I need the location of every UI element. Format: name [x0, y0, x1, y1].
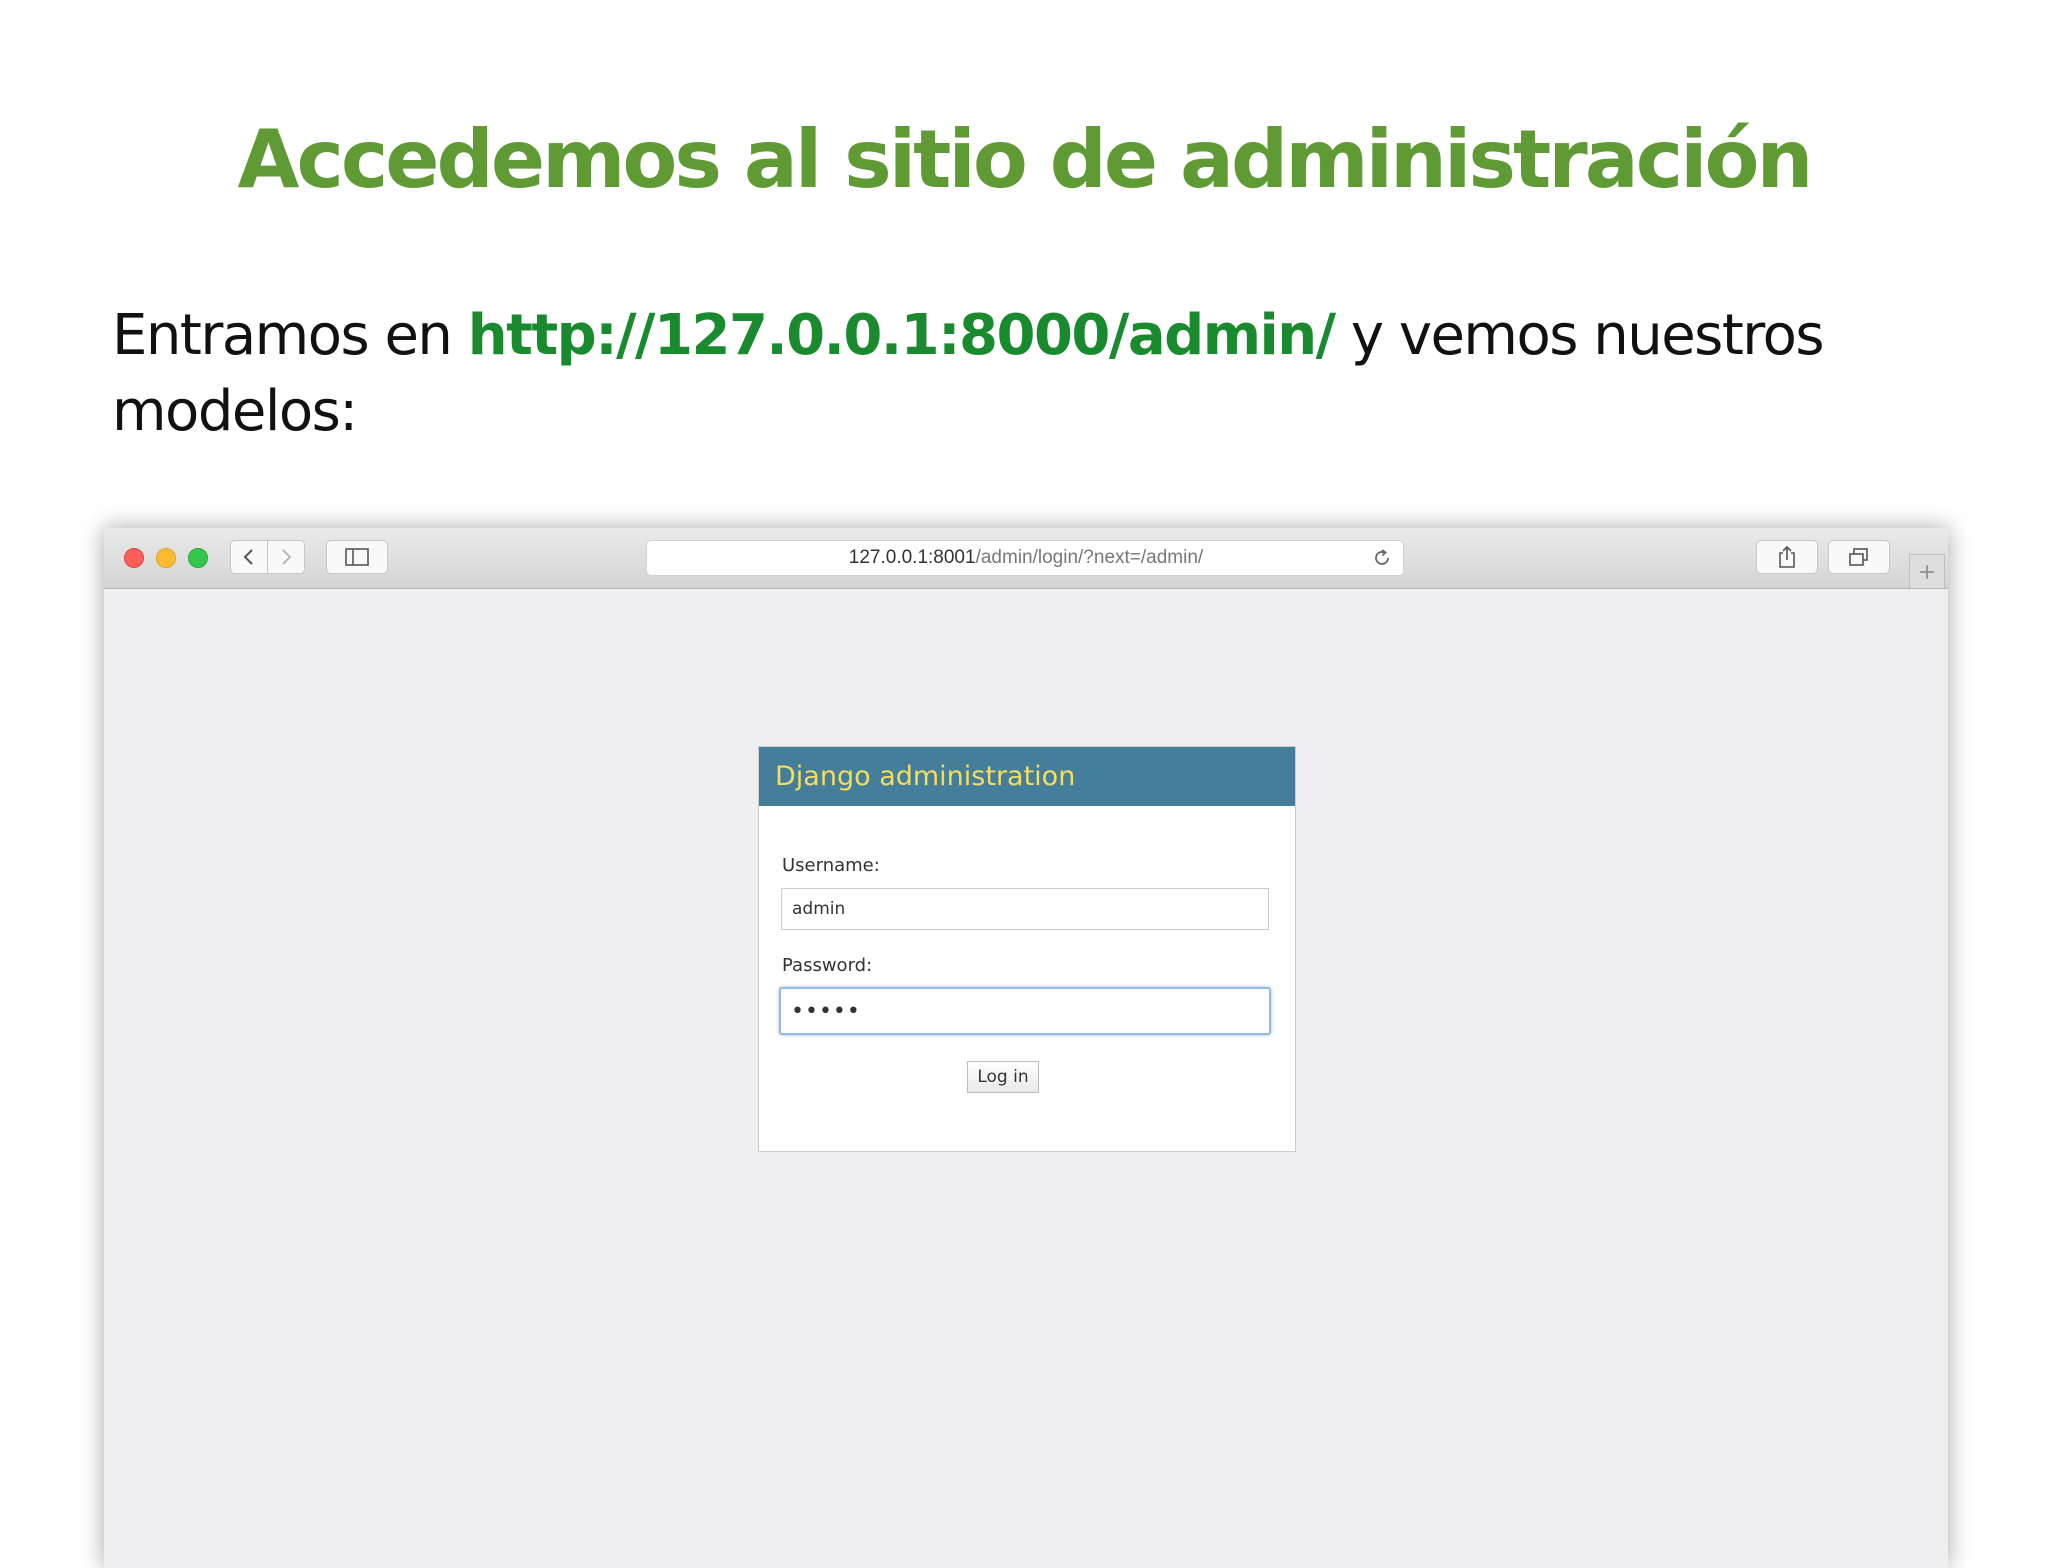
new-tab-button[interactable] [1909, 554, 1945, 588]
reload-icon[interactable] [1371, 547, 1393, 569]
login-header: Django administration [759, 747, 1295, 806]
password-input[interactable] [779, 987, 1271, 1035]
close-window-button[interactable] [124, 548, 144, 568]
body-text-before: Entramos en [112, 303, 468, 368]
address-bar[interactable]: 127.0.0.1:8001/admin/login/?next=/admin/ [646, 540, 1404, 576]
browser-toolbar: 127.0.0.1:8001/admin/login/?next=/admin/ [104, 528, 1948, 589]
share-button[interactable] [1756, 540, 1818, 574]
forward-button[interactable] [267, 540, 305, 574]
login-button[interactable]: Log in [967, 1061, 1039, 1093]
share-icon [1779, 545, 1795, 568]
back-button[interactable] [230, 540, 268, 574]
password-label: Password: [782, 955, 873, 976]
username-label: Username: [782, 855, 880, 876]
address-host: 127.0.0.1:8001 [848, 547, 976, 568]
site-title: Django administration [775, 761, 1076, 792]
chevron-left-icon [243, 549, 253, 565]
zoom-window-button[interactable] [188, 548, 208, 568]
slide-body: Entramos en http://127.0.0.1:8000/admin/… [112, 298, 1932, 450]
address-path: /admin/login/?next=/admin/ [975, 547, 1204, 568]
username-input[interactable] [781, 888, 1269, 930]
login-panel: Django administration Username: Password… [758, 746, 1296, 1152]
show-tabs-button[interactable] [1828, 540, 1890, 574]
plus-icon [1920, 564, 1934, 579]
browser-window: 127.0.0.1:8001/admin/login/?next=/admin/… [104, 528, 1948, 1568]
sidebar-toggle-button[interactable] [326, 540, 388, 574]
chevron-right-icon [282, 549, 292, 565]
admin-url-link[interactable]: http://127.0.0.1:8000/admin/ [468, 303, 1336, 368]
tabs-icon [1849, 548, 1868, 566]
slide-title: Accedemos al sitio de administración [237, 113, 1814, 206]
sidebar-icon [345, 548, 369, 566]
address-url: 127.0.0.1:8001/admin/login/?next=/admin/ [647, 541, 1405, 575]
minimize-window-button[interactable] [156, 548, 176, 568]
